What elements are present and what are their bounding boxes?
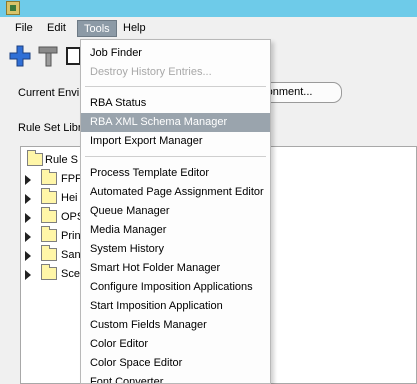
tools-menu-dropdown: Job Finder Destroy History Entries... RB… [80,39,271,384]
menu-bar: File Edit Tools Help [0,17,417,39]
menu-item-color-space-editor[interactable]: Color Space Editor [81,354,270,373]
menu-item-system-history[interactable]: System History [81,240,270,259]
menu-item-destroy-history-entries: Destroy History Entries... [90,66,212,78]
plus-icon[interactable] [8,44,32,68]
menu-item-job-finder[interactable]: Job Finder [81,44,270,63]
menu-help[interactable]: Help [117,20,152,37]
menu-item-custom-fields-manager[interactable]: Custom Fields Manager [81,316,270,335]
menu-tools[interactable]: Tools [77,20,117,37]
menu-file[interactable]: File [9,20,39,37]
menu-edit[interactable]: Edit [41,20,72,37]
current-environment-label: Current Envi [18,87,80,99]
menu-item-queue-manager[interactable]: Queue Manager [81,202,270,221]
expand-arrow-icon[interactable] [25,251,31,261]
menu-item-process-template-editor[interactable]: Process Template Editor [81,164,270,183]
hammer-icon[interactable] [37,44,61,68]
environment-button[interactable]: vironment... [262,82,342,103]
folder-icon [27,150,43,166]
menu-item-media-manager[interactable]: Media Manager [81,221,270,240]
menu-item-configure-imposition-applications[interactable]: Configure Imposition Applications [81,278,270,297]
menu-item-rba-xml-schema-manager[interactable]: RBA XML Schema Manager [81,113,270,132]
folder-icon [41,207,57,223]
expand-arrow-icon[interactable] [25,175,31,185]
menu-item-smart-hot-folder-manager[interactable]: Smart Hot Folder Manager [81,259,270,278]
menu-item-color-editor[interactable]: Color Editor [81,335,270,354]
rule-set-library-label: Rule Set Libr [18,122,82,134]
expand-arrow-icon[interactable] [25,213,31,223]
folder-icon [41,264,57,280]
title-bar [0,0,417,17]
expand-arrow-icon[interactable] [25,194,31,204]
folder-icon [41,245,57,261]
tree-item-label: Hei [61,192,78,204]
expand-arrow-icon[interactable] [25,270,31,280]
menu-item-automated-page-assignment-editor[interactable]: Automated Page Assignment Editor [81,183,270,202]
folder-icon [41,188,57,204]
menu-item-import-export-manager[interactable]: Import Export Manager [81,132,270,151]
tree-root-label: Rule S [45,154,79,166]
menu-separator [85,156,266,157]
menu-separator [85,86,266,87]
menu-item-rba-status[interactable]: RBA Status [81,94,270,113]
app-icon [6,1,20,15]
tree-item-label: San [61,249,81,261]
folder-icon [41,169,57,185]
folder-icon [41,226,57,242]
menu-item-start-imposition-application[interactable]: Start Imposition Application [81,297,270,316]
expand-arrow-icon[interactable] [25,232,31,242]
tree-item-label: Prin [61,230,81,242]
menu-item-font-converter[interactable]: Font Converter [81,373,270,383]
tree-item-label: Sce [61,268,80,280]
